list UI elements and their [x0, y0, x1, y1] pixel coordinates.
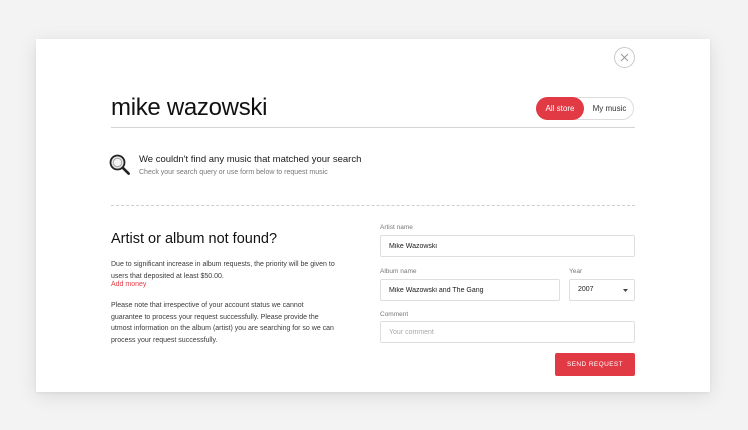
- search-scope-toggle: All store My music: [536, 97, 634, 120]
- send-request-button[interactable]: SEND REQUEST: [555, 353, 635, 376]
- album-name-label: Album name: [380, 268, 417, 275]
- artist-name-label: Artist name: [380, 224, 413, 231]
- close-icon: [620, 53, 629, 62]
- scope-all-store-tab[interactable]: All store: [536, 97, 584, 120]
- request-music-modal: mike wazowski All store My music We coul…: [36, 39, 710, 392]
- priority-notice-text: Due to significant increase in album req…: [111, 261, 335, 280]
- scope-my-music-tab[interactable]: My music: [585, 97, 634, 120]
- comment-input[interactable]: [380, 321, 635, 343]
- not-found-heading: Artist or album not found?: [111, 231, 278, 247]
- no-results-subtitle: Check your search query or use form belo…: [139, 169, 328, 176]
- search-query-title: mike wazowski: [111, 94, 268, 121]
- year-select[interactable]: 2007: [569, 279, 635, 301]
- close-button[interactable]: [614, 47, 635, 68]
- year-label: Year: [569, 268, 583, 275]
- add-money-link[interactable]: Add money: [111, 281, 146, 288]
- artist-name-input[interactable]: [380, 235, 635, 257]
- year-value: 2007: [578, 286, 594, 293]
- disclaimer-text: Please note that irrespective of your ac…: [111, 302, 334, 344]
- section-divider: [111, 205, 635, 206]
- header-divider: [111, 127, 635, 128]
- chevron-down-icon: [623, 289, 628, 292]
- magnifier-icon: [109, 154, 130, 175]
- no-results-title: We couldn't find any music that matched …: [139, 154, 362, 165]
- album-name-input[interactable]: [380, 279, 560, 301]
- comment-label: Comment: [380, 311, 409, 318]
